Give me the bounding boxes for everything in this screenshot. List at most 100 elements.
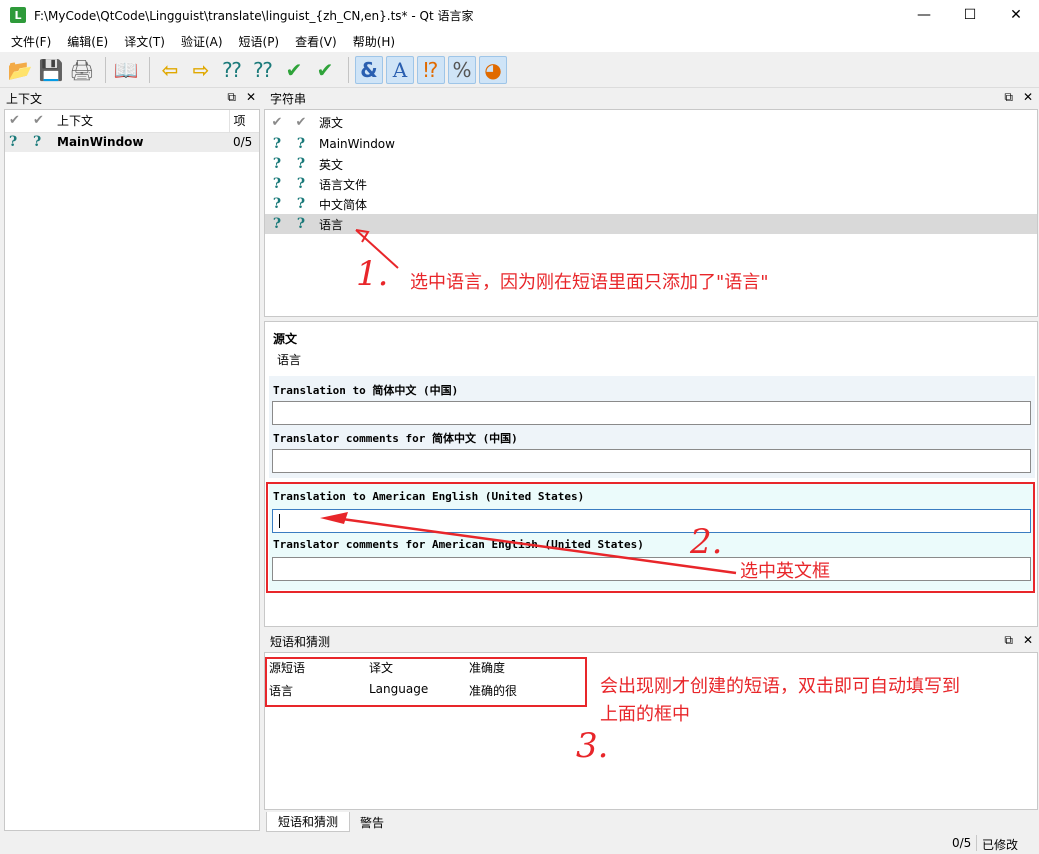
toolbar-separator [105, 56, 106, 83]
phrasebook-icon[interactable]: 📖 [112, 56, 140, 84]
punctuation-check-icon[interactable]: A [386, 55, 414, 84]
window-title: F:\MyCode\QtCode\Lingguist\translate\lin… [34, 8, 474, 23]
tab-warnings[interactable]: 警告 [352, 812, 392, 832]
context-pane: ✔ ✔ 上下文 项 ? ? MainWindow 0/5 [4, 109, 260, 831]
zh-comments-label: Translator comments for 简体中文 (中国) [273, 432, 518, 445]
float-icon[interactable]: ⧉ [227, 90, 236, 105]
items-column-header[interactable]: 项 [228, 110, 259, 133]
menu-view[interactable]: 查看(V) [290, 33, 342, 50]
source-text: 语言 [277, 353, 302, 367]
question-mark-icon: ? [272, 196, 282, 212]
menu-validation[interactable]: 验证(A) [176, 33, 228, 50]
menu-file[interactable]: 文件(F) [6, 33, 56, 50]
context-column-header[interactable]: 上下文 [53, 110, 229, 133]
list-item[interactable]: ? ? MainWindow [265, 134, 1037, 154]
menu-phrases[interactable]: 短语(P) [234, 33, 285, 50]
status-progress: 0/5 [952, 836, 972, 850]
question-mark-icon: ? [272, 136, 282, 152]
list-item[interactable]: ? ? 英文 [265, 154, 1037, 174]
status-bar: 0/5 已修改 [0, 832, 1039, 854]
question-mark-icon: ? [296, 136, 306, 152]
list-item[interactable]: ? ? 中文简体 [265, 194, 1037, 214]
float-icon[interactable]: ⧉ [1004, 633, 1013, 648]
print-icon[interactable]: 🖨 [68, 56, 96, 84]
question-mark-icon: ? [296, 176, 306, 192]
check-column-icon: ✔ [271, 114, 283, 130]
placemarker-check-icon[interactable]: % [448, 55, 476, 84]
next-unfinished-icon[interactable]: ⁇ [249, 56, 277, 84]
list-item-selected[interactable]: ? ? 语言 [265, 214, 1037, 234]
phrase-check-icon[interactable]: ⁉ [417, 55, 445, 84]
annotation-note-3-line1: 会出现刚才创建的短语，双击即可自动填写到 [600, 676, 960, 697]
phrases-pane-title: 短语和猜测 [270, 634, 331, 649]
zh-translation-label: Translation to 简体中文 (中国) [273, 384, 459, 397]
string-text: 语言文件 [319, 177, 368, 192]
string-text: 语言 [319, 217, 344, 232]
annotation-note-3-line2: 上面的框中 [600, 704, 690, 725]
toolbar-separator [348, 56, 349, 83]
context-name: MainWindow [57, 135, 144, 150]
string-text: 英文 [319, 157, 344, 172]
annotation-box-phrase [265, 657, 587, 707]
phrases-pane-header: 短语和猜测 ⧉ ✕ [264, 631, 1039, 651]
question-mark-icon: ? [296, 156, 306, 172]
prev-icon[interactable]: ⇦ [156, 56, 184, 84]
question-mark-icon: ? [272, 156, 282, 172]
question-mark-icon: ? [33, 134, 42, 151]
done-icon[interactable]: ✔ [280, 56, 308, 84]
close-icon[interactable]: ✕ [246, 90, 256, 105]
minimize-button[interactable]: — [901, 0, 947, 30]
menu-bar: 文件(F) 编辑(E) 译文(T) 验证(A) 短语(P) 查看(V) 帮助(H… [0, 30, 1039, 52]
title-bar: L F:\MyCode\QtCode\Lingguist\translate\l… [0, 0, 1039, 30]
status-modified: 已修改 [982, 838, 1019, 852]
context-count: 0/5 [233, 135, 253, 150]
prev-unfinished-icon[interactable]: ⁇ [218, 56, 246, 84]
surrounding-whitespace-check-icon[interactable]: ◕ [479, 55, 507, 84]
menu-edit[interactable]: 编辑(E) [62, 33, 113, 50]
open-icon[interactable]: 📂 [6, 56, 34, 84]
context-table-header: ✔ ✔ 上下文 项 [5, 110, 259, 133]
done-next-icon[interactable]: ✔ [311, 56, 339, 84]
maximize-button[interactable]: ☐ [947, 0, 993, 30]
check-column-icon: ✔ [29, 110, 53, 133]
close-icon[interactable]: ✕ [1023, 90, 1033, 105]
save-icon[interactable]: 💾 [37, 56, 65, 84]
list-item[interactable]: ? ? 语言文件 [265, 174, 1037, 194]
annotation-box-en-translation [266, 482, 1035, 593]
question-mark-icon: ? [272, 216, 282, 232]
question-mark-icon: ? [296, 196, 306, 212]
question-mark-icon: ? [9, 134, 18, 151]
float-icon[interactable]: ⧉ [1004, 90, 1013, 105]
menu-translation[interactable]: 译文(T) [119, 33, 170, 50]
close-icon[interactable]: ✕ [1023, 633, 1033, 648]
question-mark-icon: ? [296, 216, 306, 232]
context-pane-title: 上下文 [6, 91, 43, 106]
context-pane-header: 上下文 ⧉ ✕ [0, 88, 262, 108]
table-row[interactable]: ? ? MainWindow 0/5 [5, 132, 259, 152]
annotation-number-1: 1. [356, 254, 389, 294]
check-column-icon: ✔ [295, 114, 307, 130]
string-text: 中文简体 [319, 197, 368, 212]
accelerator-check-icon[interactable]: & [355, 55, 383, 84]
zh-translation-input[interactable] [272, 401, 1031, 425]
strings-table-header: ✔ ✔ 源文 [265, 110, 1037, 134]
tab-phrases[interactable]: 短语和猜测 [266, 812, 350, 832]
strings-pane-title: 字符串 [270, 91, 307, 106]
toolbar-separator [149, 56, 150, 83]
string-text: MainWindow [319, 137, 395, 151]
next-icon[interactable]: ⇨ [187, 56, 215, 84]
menu-help[interactable]: 帮助(H) [348, 33, 400, 50]
question-mark-icon: ? [272, 176, 282, 192]
annotation-number-2: 2. [690, 522, 723, 562]
annotation-note-2: 选中英文框 [740, 561, 830, 582]
check-column-icon: ✔ [5, 110, 29, 133]
close-button[interactable]: ✕ [993, 0, 1039, 30]
annotation-number-3: 3. [576, 726, 609, 766]
source-label: 源文 [273, 332, 298, 346]
context-table: ✔ ✔ 上下文 项 ? ? MainWindow 0/5 [5, 110, 259, 152]
annotation-note-1: 选中语言，因为刚在短语里面只添加了"语言" [410, 272, 769, 293]
toolbar: 📂 💾 🖨 📖 ⇦ ⇨ ⁇ ⁇ ✔ ✔ & A ⁉ % ◕ [0, 52, 1039, 88]
window-controls: — ☐ ✕ [901, 0, 1039, 30]
zh-comments-input[interactable] [272, 449, 1031, 473]
source-column-header[interactable]: 源文 [313, 114, 343, 131]
